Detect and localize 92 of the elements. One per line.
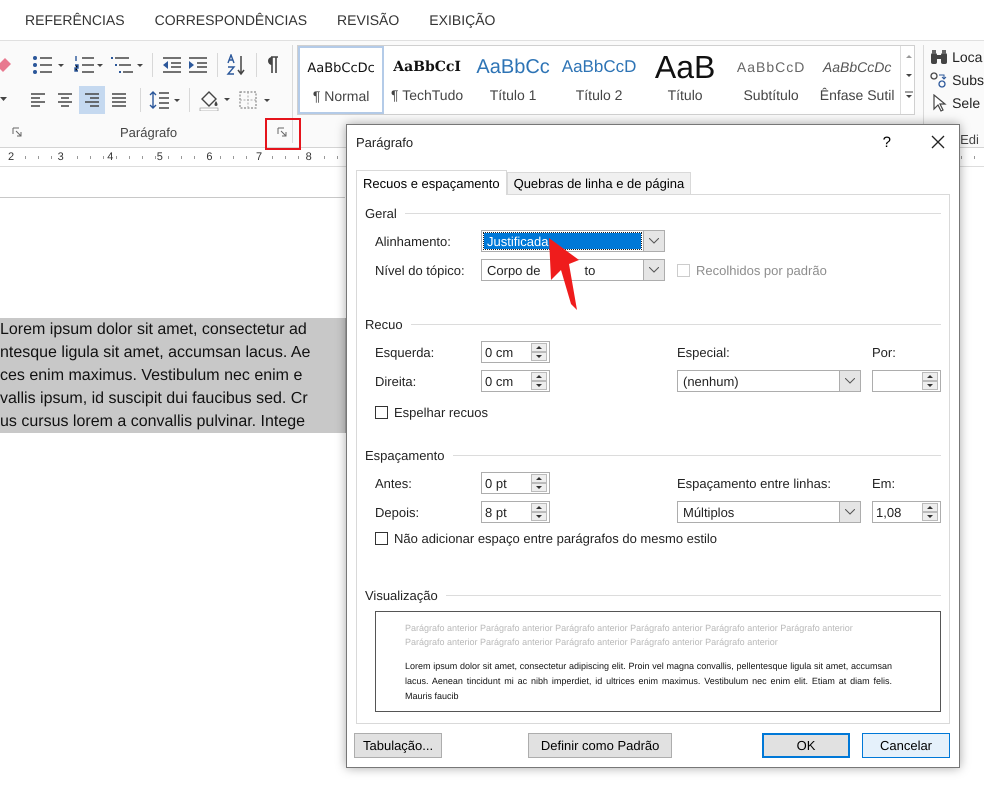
increase-indent-icon[interactable] xyxy=(187,56,209,74)
spin-field[interactable]: 0 cm xyxy=(481,370,550,392)
checkbox[interactable] xyxy=(375,532,388,544)
checkbox-label: Não adicionar espaço entre parágrafos do mesmo estilo xyxy=(394,530,718,546)
field-label: Espaçamento entre linhas: xyxy=(677,476,832,490)
ruler-number: 2 xyxy=(8,151,16,163)
help-button[interactable]: ? xyxy=(882,134,891,150)
chevron-down-icon xyxy=(845,509,855,515)
spin-field[interactable]: 0 pt xyxy=(481,472,550,494)
preview-previous-text: Parágrafo anterior Parágrafo anterior Parágrafo anterior Parágrafo anterior Parágrafo anterior Parágrafo anterior Parágrafo anterior Parágrafo anterior Parágrafo anterior Parágrafo anterior Parágrafo anterior xyxy=(405,622,854,649)
spinner-arrows-icon[interactable] xyxy=(531,343,547,361)
align-right-icon xyxy=(83,92,101,108)
eraser-icon[interactable] xyxy=(0,56,13,74)
shading-icon[interactable] xyxy=(198,88,232,111)
multilevel-list-icon[interactable] xyxy=(110,54,144,75)
ribbon-tab[interactable]: CORRESPONDÊNCIAS xyxy=(146,12,316,28)
spinner-arrows-icon[interactable] xyxy=(531,474,547,492)
spin-field[interactable]: 8 pt xyxy=(481,501,550,523)
chevron-down-icon xyxy=(845,378,855,384)
field-label: Esquerda: xyxy=(375,344,436,360)
ruler-number: 5 xyxy=(156,151,165,163)
dialog-launcher-icon[interactable] xyxy=(12,127,22,138)
field-label: Depois: xyxy=(375,504,420,520)
preview-sample-text: Lorem ipsum dolor sit amet, consectetur adipiscing elit. Proin vel magna convallis, pellentesque ligula sit amet, accumsan lacus. Aenean tincidunt mi ac nibh imperdiet, id ultrices enim maximus. Vestibulum nec enim elit. Etiam at diam felis. Mauris faucib xyxy=(405,660,892,703)
selected-text-line: Lorem ipsum dolor sit amet, consectetur ad xyxy=(0,320,308,340)
dialog-tab[interactable]: Quebras de linha e de página xyxy=(506,172,692,194)
section-title: Geral xyxy=(365,206,397,220)
field-label: Em: xyxy=(872,476,896,490)
dropdown[interactable]: (nenhum) xyxy=(677,370,861,392)
align-left-icon xyxy=(29,92,47,108)
dialog-launcher-icon[interactable] xyxy=(277,127,288,138)
style-item[interactable]: AaBbCcDc ¶ Normal xyxy=(298,46,384,114)
field-label: Direita: xyxy=(375,374,418,388)
ruler-number: 3 xyxy=(58,151,66,163)
dialog-button[interactable]: Tabulação... xyxy=(354,733,442,758)
spinner-arrows-icon[interactable] xyxy=(531,503,547,521)
dropdown[interactable]: Corpo de to xyxy=(481,259,665,281)
decrease-indent-icon[interactable] xyxy=(161,56,183,74)
field-label: Especial: xyxy=(677,344,731,360)
checkbox-label: Espelhar recuos xyxy=(394,404,488,420)
field-label: Antes: xyxy=(375,476,413,490)
dialog-button[interactable]: Definir como Padrão xyxy=(528,733,672,758)
field-label: Nível do tópico: xyxy=(375,262,466,278)
chevron-down-icon xyxy=(649,267,659,273)
close-icon[interactable] xyxy=(931,135,945,149)
selected-text-line: us cursus lorem a convallis pulvinar. Intege xyxy=(0,412,306,432)
dropdown[interactable]: Múltiplos xyxy=(677,501,861,523)
group-label: Parágrafo xyxy=(120,124,178,140)
borders-icon[interactable] xyxy=(238,90,272,110)
ruler-number: 6 xyxy=(206,151,214,163)
field-label: Alinhamento: xyxy=(375,234,452,248)
align-button[interactable] xyxy=(79,86,105,114)
checkbox-label: Recolhidos por padrão xyxy=(696,262,827,278)
pilcrow-icon[interactable] xyxy=(265,56,279,74)
bullet-list-icon[interactable] xyxy=(32,54,66,75)
checkbox[interactable] xyxy=(375,406,388,418)
section-title: Visualização xyxy=(365,588,438,602)
binoculars-icon[interactable] xyxy=(930,48,948,64)
field-label: Por: xyxy=(872,344,896,360)
spin-field[interactable]: 0 cm xyxy=(481,341,550,363)
spinner-arrows-icon[interactable] xyxy=(531,372,547,390)
editing-command[interactable]: Sele xyxy=(952,94,980,110)
spin-field[interactable]: 1,08 xyxy=(872,501,941,523)
section-title: Espaçamento xyxy=(365,448,444,462)
caret-icon[interactable] xyxy=(0,97,7,102)
dialog-button[interactable]: OK xyxy=(762,733,850,758)
numbered-list-icon[interactable] xyxy=(74,54,104,75)
dialog-tab[interactable]: Recuos e espaçamento xyxy=(356,170,507,195)
selected-text-line: ntesque ligula sit amet, accumsan lacus. Ae xyxy=(0,343,312,363)
dropdown[interactable]: Justificada xyxy=(481,230,665,252)
group-label: Edi xyxy=(960,132,980,147)
selected-text-line: vallis ipsum, id suscipit dui faucibus sed. Cr xyxy=(0,389,309,409)
dialog-button[interactable]: Cancelar xyxy=(862,733,950,758)
ruler-number: 8 xyxy=(306,151,314,163)
spinner-arrows-icon[interactable] xyxy=(922,503,938,521)
chevron-down-icon xyxy=(649,238,659,244)
replace-icon[interactable] xyxy=(930,70,948,88)
section-title: Recuo xyxy=(365,316,403,332)
spinner-arrows-icon[interactable] xyxy=(922,372,938,390)
editing-command[interactable]: Subs xyxy=(952,72,984,88)
align-justify-icon xyxy=(110,92,128,108)
align-center-icon xyxy=(56,92,74,108)
selected-text-line: ces enim maximus. Vestibulum nec enim e xyxy=(0,366,304,386)
ribbon-tab[interactable]: REFERÊNCIAS xyxy=(17,12,133,28)
editing-command[interactable]: Loca xyxy=(952,48,982,64)
ribbon-tab[interactable]: REVISÃO xyxy=(329,12,408,28)
ruler-number: 7 xyxy=(256,151,264,163)
ribbon-tab[interactable]: EXIBIÇÃO xyxy=(421,12,504,28)
spin-field[interactable] xyxy=(872,370,941,392)
ruler-number: 4 xyxy=(107,151,116,163)
line-spacing-icon[interactable] xyxy=(149,90,181,110)
dialog-title: Parágrafo xyxy=(356,134,414,150)
